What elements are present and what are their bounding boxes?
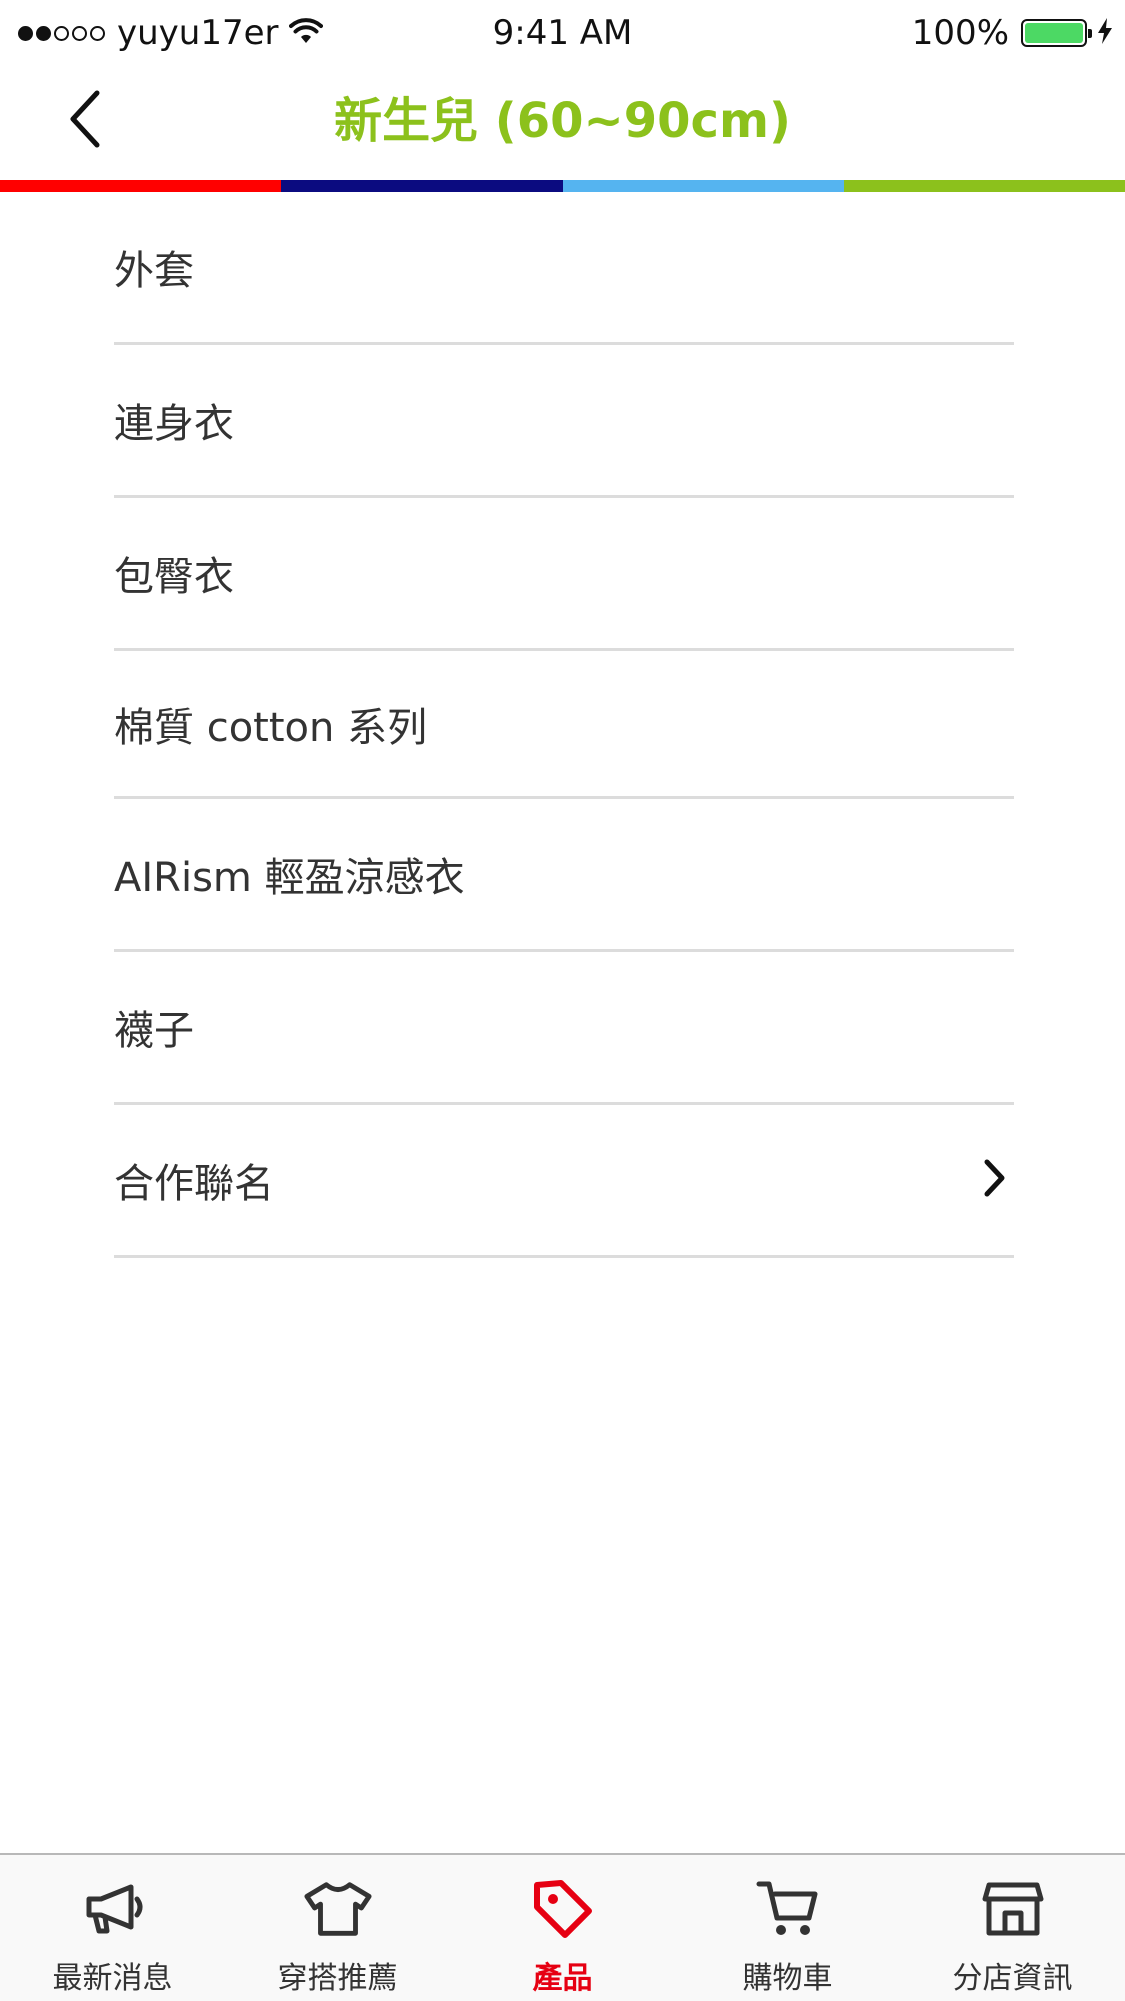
category-item-bodysuit[interactable]: 連身衣 <box>114 345 1014 498</box>
color-segment <box>843 180 1125 192</box>
category-label: 合作聯名 <box>114 1161 274 1207</box>
battery-icon <box>1021 19 1092 47</box>
tag-icon <box>528 1877 598 1941</box>
tab-label: 分店資訊 <box>952 1961 1073 1996</box>
page-title: 新生兒 (60~90cm) <box>334 93 791 149</box>
category-item-airism[interactable]: AIRism 輕盈涼感衣 <box>114 799 1014 952</box>
brand-color-strip <box>0 180 1125 192</box>
cart-icon <box>753 1877 823 1941</box>
tab-label: 穿搭推薦 <box>277 1961 398 1996</box>
category-item-outerwear[interactable]: 外套 <box>114 192 1014 345</box>
tab-stores[interactable]: 分店資訊 <box>900 1855 1125 2001</box>
category-item-collaboration[interactable]: 合作聯名 <box>114 1105 1014 1258</box>
tab-label: 產品 <box>532 1961 593 1996</box>
color-segment <box>562 180 844 192</box>
bolt-icon <box>1097 18 1113 48</box>
megaphone-icon <box>78 1877 148 1941</box>
category-label: AIRism 輕盈涼感衣 <box>114 855 465 901</box>
tab-news[interactable]: 最新消息 <box>0 1855 225 2001</box>
color-segment <box>281 180 563 192</box>
tab-cart[interactable]: 購物車 <box>675 1855 900 2001</box>
tab-products[interactable]: 產品 <box>450 1855 675 2001</box>
category-item-cotton[interactable]: 棉質 cotton 系列 <box>114 651 1014 799</box>
category-label: 連身衣 <box>114 401 234 447</box>
category-item-socks[interactable]: 襪子 <box>114 952 1014 1105</box>
navigation-bar: 新生兒 (60~90cm) <box>0 64 1125 180</box>
tab-bar: 最新消息 穿搭推薦 產品 購物車 分店資訊 <box>0 1853 1125 2001</box>
status-right: 100% <box>912 12 1113 54</box>
category-label: 外套 <box>114 248 194 294</box>
store-icon <box>978 1877 1048 1941</box>
status-bar: yuyu17er 9:41 AM 100% <box>0 0 1125 64</box>
color-segment <box>0 180 282 192</box>
battery-fill <box>1025 23 1083 43</box>
category-label: 襪子 <box>114 1008 194 1054</box>
category-item-romper[interactable]: 包臀衣 <box>114 498 1014 651</box>
category-label: 包臀衣 <box>114 554 234 600</box>
battery-percent: 100% <box>911 13 1009 53</box>
tshirt-icon <box>303 1877 373 1941</box>
tab-label: 最新消息 <box>52 1961 173 1996</box>
tab-label: 購物車 <box>742 1961 833 1996</box>
category-label: 棉質 cotton 系列 <box>114 704 428 751</box>
tab-outfits[interactable]: 穿搭推薦 <box>225 1855 450 2001</box>
category-list: 外套 連身衣 包臀衣 棉質 cotton 系列 AIRism 輕盈涼感衣 襪子 … <box>114 192 1014 1258</box>
chevron-right-icon <box>982 1158 1006 1202</box>
